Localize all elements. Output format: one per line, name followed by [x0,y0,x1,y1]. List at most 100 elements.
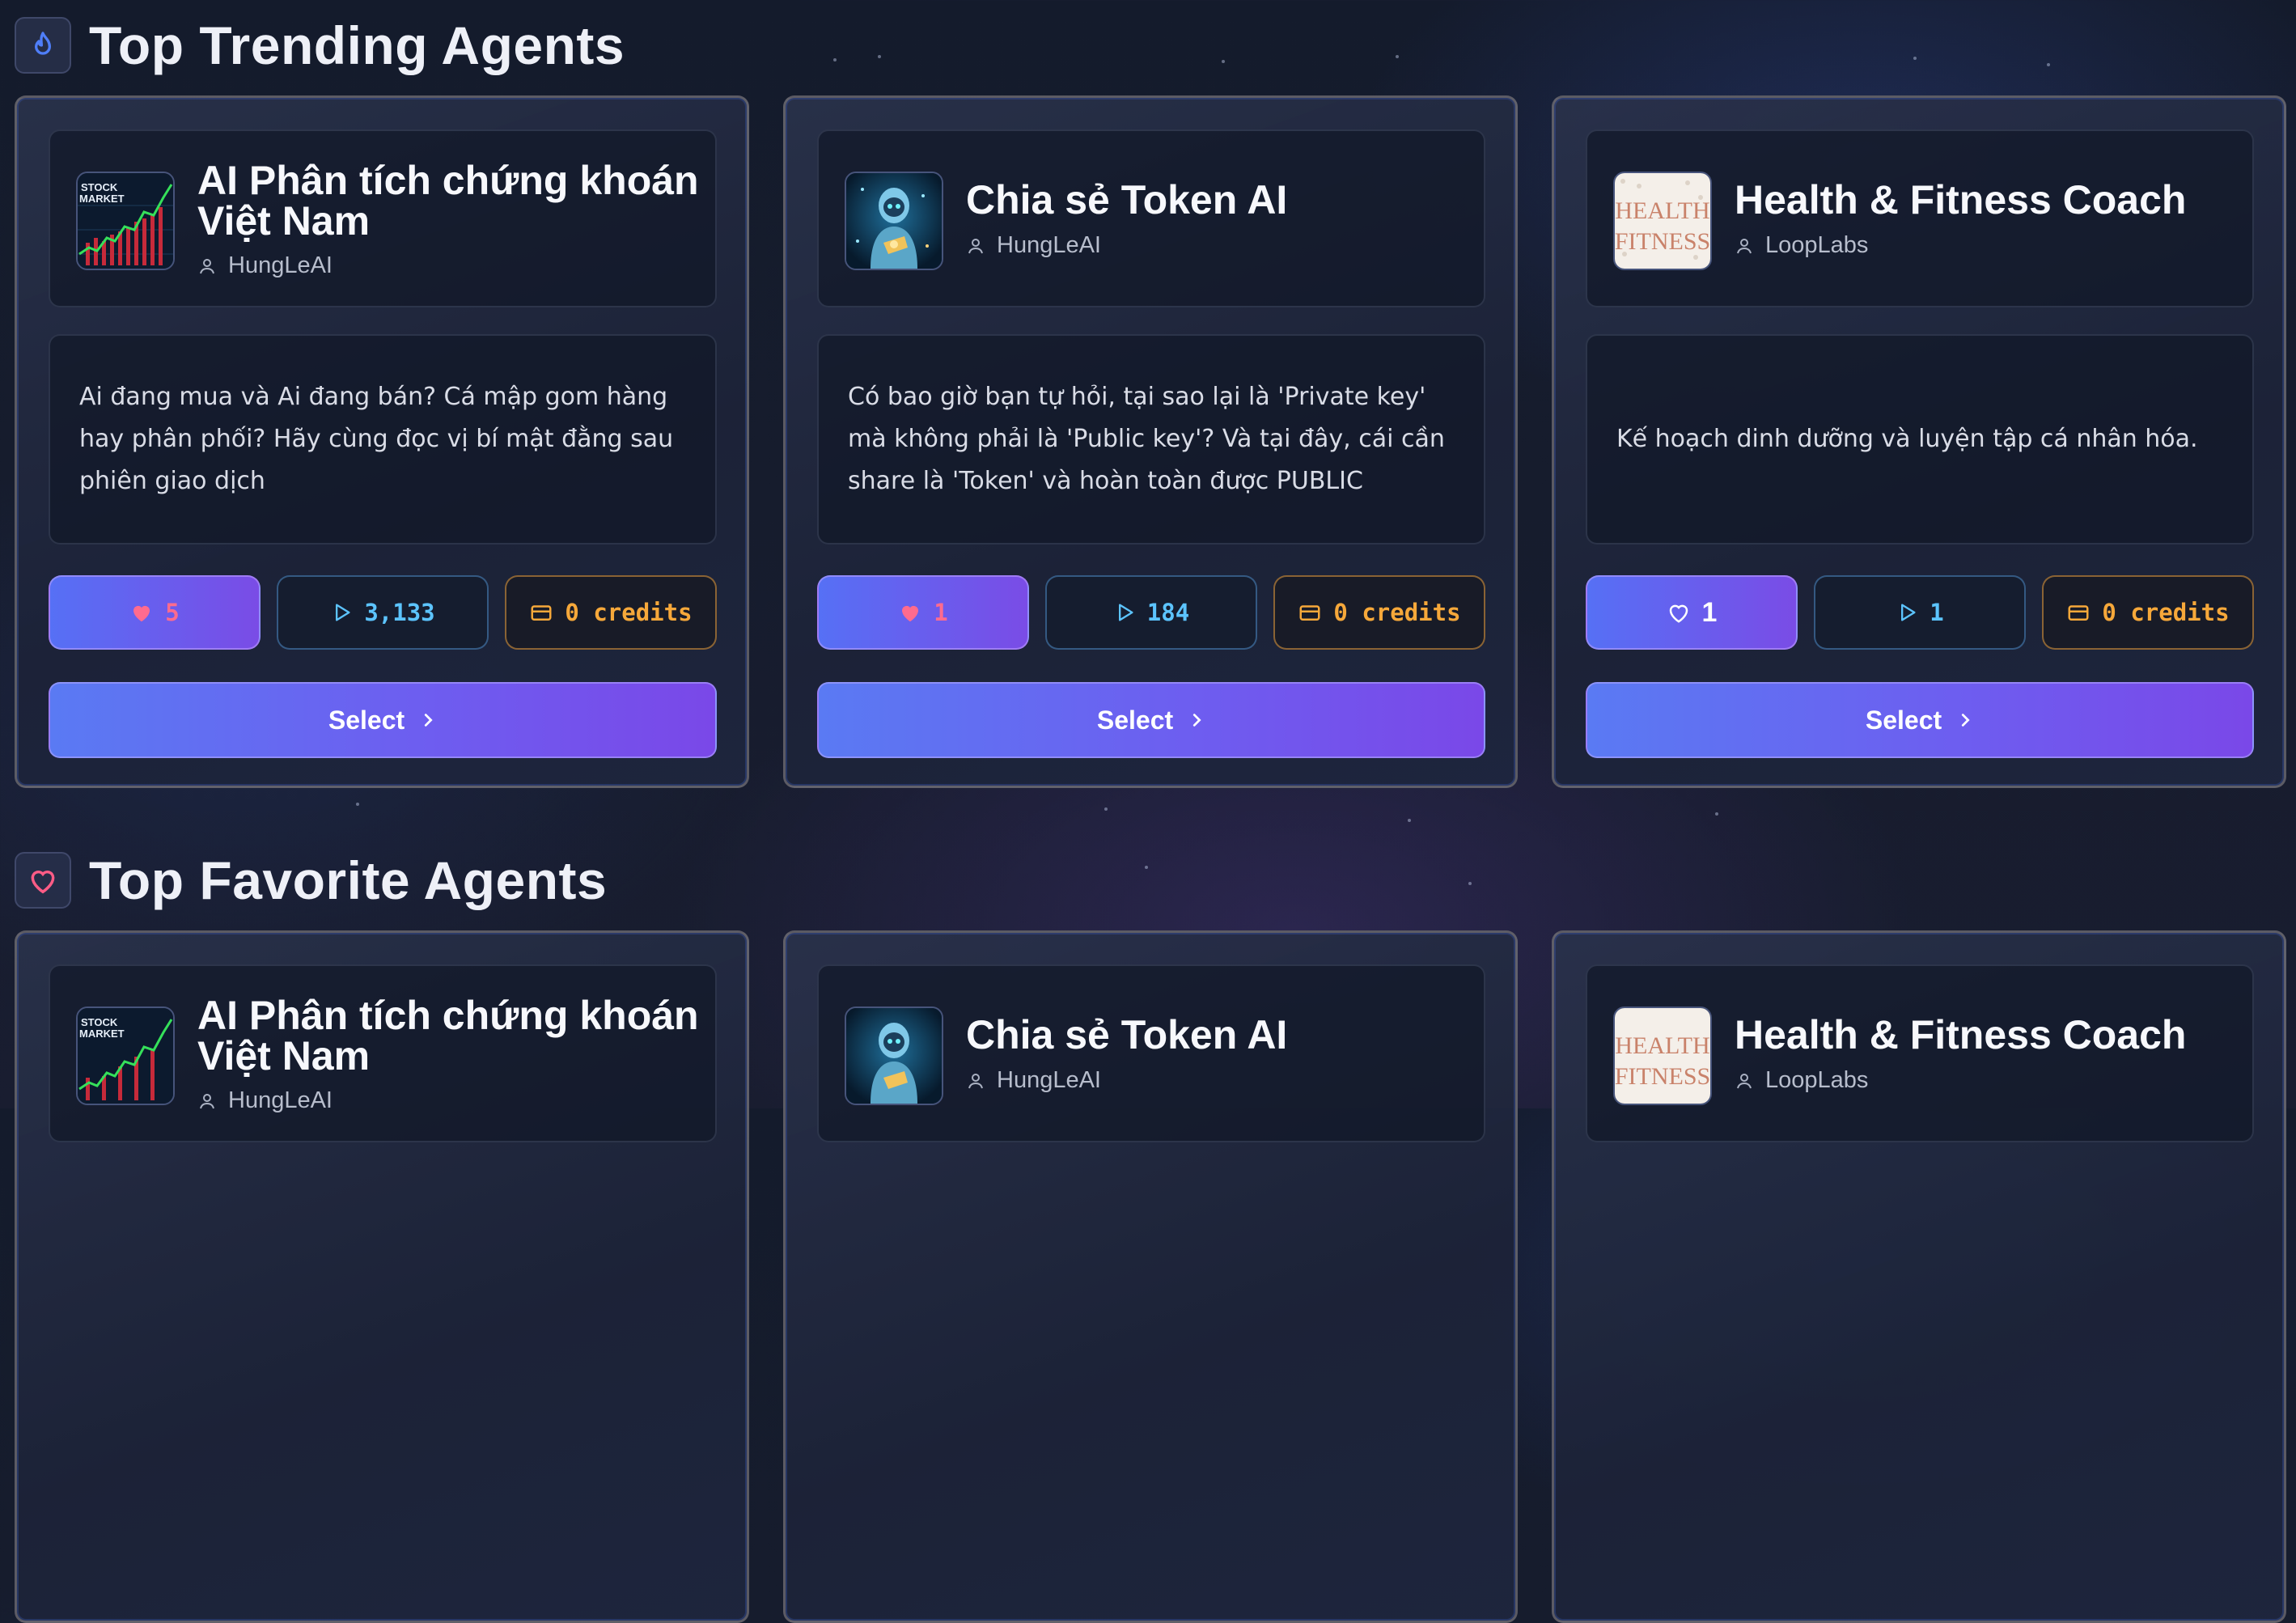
agent-title: Health & Fitness Coach [1735,1012,2187,1057]
author-name: LoopLabs [1765,1067,1869,1093]
run-count: 184 [1146,599,1190,626]
section-header-trending: Top Trending Agents [15,15,625,76]
run-count-button[interactable]: 3,133 [277,575,489,650]
agent-description: Kế hoạch dinh dưỡng và luyện tập cá nhân… [1616,425,2198,453]
agent-stats-row: 1 184 0 credits [817,575,1485,650]
agent-card: STOCK MARKET AI Phân tích chứng khoán Vi… [15,930,749,1623]
agent-card: STOCK MARKET AI Phân tích chứng khoán Vi… [15,95,749,788]
background-star [1222,60,1225,63]
agent-card: Chia sẻ Token AI HungLeAI [783,930,1518,1623]
credits-button[interactable]: 0 credits [1273,575,1485,650]
like-count: 1 [1701,596,1718,628]
like-button[interactable]: 1 [1586,575,1798,650]
agent-author: HungLeAI [197,252,333,279]
author-name: HungLeAI [997,1067,1101,1093]
author-name: HungLeAI [228,252,333,278]
user-icon [968,238,983,253]
svg-text:MARKET: MARKET [79,193,125,205]
svg-text:MARKET: MARKET [79,1028,125,1040]
heart-filled-icon [902,605,919,622]
background-star [1408,819,1411,822]
like-count: 1 [934,599,948,626]
select-label: Select [328,705,405,735]
agent-card-header: STOCK MARKET AI Phân tích chứng khoán Vi… [49,964,717,1142]
credits-label: 0 credits [1333,599,1461,626]
heart-icon [15,852,71,909]
svg-text:STOCK: STOCK [81,1016,118,1028]
run-count-button[interactable]: 184 [1045,575,1257,650]
flame-icon [15,17,71,74]
agent-avatar: STOCK MARKET [76,172,175,270]
select-label: Select [1865,705,1942,735]
agent-author: HungLeAI [966,1067,1101,1094]
background-star [878,55,881,58]
agent-stats-row: 1 1 0 credits [1586,575,2254,650]
chevron-right-icon [425,714,433,727]
agent-author: HungLeAI [197,1087,333,1114]
select-button[interactable]: Select [49,682,717,758]
background-star [1715,812,1718,816]
credits-label: 0 credits [2102,599,2230,626]
author-name: HungLeAI [997,232,1101,258]
like-count: 5 [165,599,180,626]
logo-line1: HEALTH [1615,197,1709,224]
background-star [1145,866,1148,869]
agent-title: Chia sẻ Token AI [966,1012,1288,1057]
author-name: HungLeAI [228,1087,333,1113]
svg-text:HEALTH: HEALTH [1615,1032,1709,1059]
background-star [2047,63,2050,66]
agent-avatar: HEALTH FITNESS [1613,1006,1712,1105]
select-button[interactable]: Select [817,682,1485,758]
background-star [833,58,837,61]
author-name: LoopLabs [1765,232,1869,258]
agent-card-header: Chia sẻ Token AI HungLeAI [817,129,1485,307]
logo-line2: FITNESS [1615,228,1710,255]
agent-title: AI Phân tích chứng khoán Việt Nam [197,158,699,244]
credits-button[interactable]: 0 credits [2042,575,2254,650]
background-star [1913,57,1917,60]
agent-card: Chia sẻ Token AI HungLeAI Có bao giờ bạn… [783,95,1518,788]
agent-title: Chia sẻ Token AI [966,177,1288,222]
agent-author: LoopLabs [1735,1067,1868,1094]
background-star [356,803,359,806]
heart-outline-icon [1669,604,1688,623]
background-star [1468,882,1472,885]
credit-card-icon [531,605,552,621]
section-title: Top Trending Agents [89,15,625,75]
agent-avatar [845,1006,943,1105]
agent-description-box: Có bao giờ bạn tự hỏi, tại sao lại là 'P… [817,334,1485,545]
like-button[interactable]: 1 [817,575,1029,650]
credits-button[interactable]: 0 credits [505,575,717,650]
credit-card-icon [1299,605,1320,621]
agent-card: HEALTH FITNESS Health & Fitness Coach Lo… [1552,95,2286,788]
select-label: Select [1096,705,1174,735]
section-header-favorite: Top Favorite Agents [15,850,607,911]
user-icon [200,1093,214,1108]
agent-description: Có bao giờ bạn tự hỏi, tại sao lại là 'P… [848,383,1445,495]
stock-logo-text: STOCK [81,181,118,193]
heart-filled-icon [133,605,150,622]
agent-author: HungLeAI [966,232,1101,259]
user-icon [1737,1073,1752,1088]
credit-card-icon [2068,605,2089,621]
agent-avatar: HEALTH FITNESS [1613,172,1712,270]
run-count: 1 [1930,599,1944,626]
agent-description-box: Ai đang mua và Ai đang bán? Cá mập gom h… [49,334,717,545]
agent-avatar: STOCK MARKET [76,1006,175,1105]
chevron-right-icon [1193,714,1201,727]
agent-title: Health & Fitness Coach [1735,177,2187,222]
agent-card: HEALTH FITNESS Health & Fitness Coach Lo… [1552,930,2286,1623]
play-icon [1901,604,1916,621]
background-star [1396,55,1399,58]
agent-description: Ai đang mua và Ai đang bán? Cá mập gom h… [79,383,674,495]
user-icon [968,1073,983,1088]
agent-card-header: HEALTH FITNESS Health & Fitness Coach Lo… [1586,964,2254,1142]
background-star [1104,807,1108,811]
play-icon [336,604,350,621]
user-icon [200,258,214,273]
credits-label: 0 credits [565,599,693,626]
select-button[interactable]: Select [1586,682,2254,758]
chevron-right-icon [1962,714,1970,727]
like-button[interactable]: 5 [49,575,261,650]
run-count-button[interactable]: 1 [1814,575,2026,650]
